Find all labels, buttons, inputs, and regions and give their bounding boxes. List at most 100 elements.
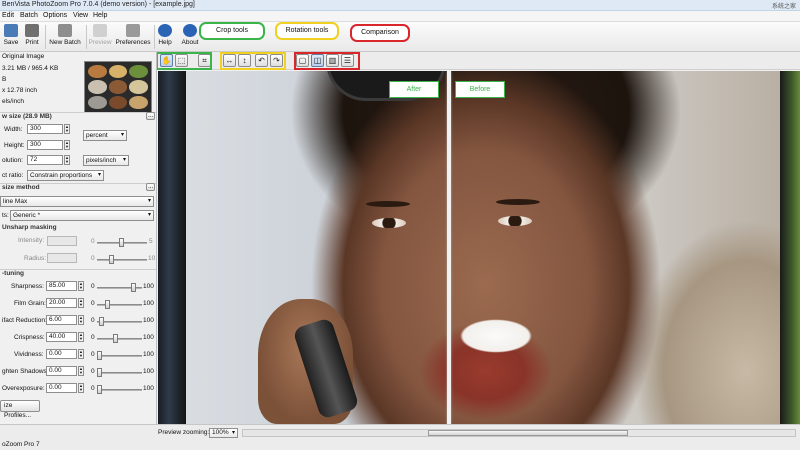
horizontal-scrollbar[interactable]	[242, 429, 796, 437]
brand-watermark: 系统之家	[771, 4, 796, 10]
slider-thumb[interactable]	[97, 385, 102, 394]
rotation-tools-highlight	[220, 52, 286, 70]
intensity-min: 0	[91, 238, 95, 245]
slider-thumb[interactable]	[97, 351, 102, 360]
lighten-shadows-slider[interactable]	[97, 368, 142, 377]
film-grain-slider[interactable]	[97, 300, 142, 309]
slider-thumb[interactable]	[97, 368, 102, 377]
about-button[interactable]: About	[180, 24, 200, 50]
save-button[interactable]: Save	[2, 24, 20, 50]
sharpness-min: 0	[91, 283, 95, 290]
zoom-select[interactable]: 100% ▾	[209, 428, 238, 438]
disk-icon	[4, 24, 18, 37]
overexposure-spinner[interactable]: ▲ ▼	[78, 383, 84, 393]
lighten-shadows-input[interactable]: 0.00	[46, 366, 77, 376]
aspect-ratio-label: ct ratio:	[2, 172, 24, 179]
slider-thumb[interactable]	[105, 300, 110, 309]
artifact-reduction-spinner[interactable]: ▲ ▼	[78, 315, 84, 325]
preferences-button[interactable]: Preferences	[114, 24, 152, 50]
sharpness-spinner[interactable]: ▲ ▼	[78, 281, 84, 291]
height-spinner[interactable]: ▲ ▼	[64, 140, 70, 150]
crop-tools-callout: Crop tools	[199, 22, 265, 40]
radius-min: 0	[91, 255, 95, 262]
crispness-input[interactable]: 40.00	[46, 332, 77, 342]
original-file-size: 3.21 MB / 965.4 KB	[2, 65, 59, 72]
resolution-spinner[interactable]: ▲ ▼	[64, 155, 70, 165]
resolution-input[interactable]: 72	[27, 155, 63, 165]
scrollbar-thumb[interactable]	[428, 430, 628, 436]
status-app-name: oZoom Pro 7	[2, 441, 40, 448]
film-grain-min: 0	[91, 300, 95, 307]
overexposure-min: 0	[91, 385, 95, 392]
height-label: Height:	[4, 142, 25, 149]
film-grain-spinner[interactable]: ▲ ▼	[78, 298, 84, 308]
slider-thumb[interactable]	[99, 317, 104, 326]
overexposure-slider[interactable]	[97, 385, 142, 394]
lighten-shadows-max: 100	[143, 368, 154, 375]
original-image-label: Original Image	[2, 53, 45, 60]
help-button[interactable]: Help	[157, 24, 173, 50]
preview-photo[interactable]	[186, 71, 780, 424]
menu-edit[interactable]: Edit	[2, 12, 14, 19]
preview-button[interactable]: Preview	[88, 24, 112, 50]
menu-help[interactable]: Help	[93, 12, 107, 19]
crispness-spinner[interactable]: ▲ ▼	[78, 332, 84, 342]
tools-icon	[126, 24, 140, 37]
crispness-slider[interactable]	[97, 334, 142, 343]
slider-thumb[interactable]	[119, 238, 124, 247]
resolution-unit-select[interactable]: pixels/inch ▾	[83, 155, 129, 166]
image-preview[interactable]: After Before	[158, 71, 800, 424]
resize-profiles-button[interactable]: ize Profiles...	[0, 400, 40, 419]
settings-panel: Original Image 3.21 MB / 965.4 KB B x 12…	[0, 52, 157, 424]
vividness-input[interactable]: 0.00	[46, 349, 77, 359]
before-label: Before	[455, 81, 505, 98]
lighten-shadows-label: ghten Shadows:	[2, 368, 49, 375]
slider-thumb[interactable]	[113, 334, 118, 343]
image-thumbnail	[84, 61, 152, 113]
width-spinner[interactable]: ▲ ▼	[64, 124, 70, 134]
vividness-min: 0	[91, 351, 95, 358]
artifact-reduction-label: ifact Reduction:	[2, 317, 47, 324]
intensity-input[interactable]	[47, 236, 77, 246]
menu-view[interactable]: View	[73, 12, 88, 19]
crop-tools-highlight	[156, 52, 212, 70]
after-label: After	[389, 81, 439, 98]
comparison-split-line[interactable]	[447, 71, 451, 424]
toolbar-divider	[86, 25, 87, 49]
menu-options[interactable]: Options	[43, 12, 67, 19]
sharpness-slider[interactable]	[97, 283, 142, 292]
artifact-reduction-input[interactable]: 6.00	[46, 315, 77, 325]
presets-label: ts:	[2, 212, 9, 219]
width-input[interactable]: 300	[27, 124, 63, 134]
slider-thumb[interactable]	[131, 283, 136, 292]
overexposure-input[interactable]: 0.00	[46, 383, 77, 393]
unsharp-masking-label: Unsharp masking	[2, 224, 57, 231]
toolbar-divider	[45, 25, 46, 49]
artifact-reduction-slider[interactable]	[97, 317, 142, 326]
film-grain-label: Film Grain:	[14, 300, 46, 307]
vividness-spinner[interactable]: ▲ ▼	[78, 349, 84, 359]
radius-max: 10	[148, 255, 156, 262]
intensity-slider[interactable]	[97, 238, 147, 247]
size-unit-select[interactable]: percent ▾	[83, 130, 127, 141]
comparison-highlight	[294, 52, 360, 70]
lighten-shadows-spinner[interactable]: ▲ ▼	[78, 366, 84, 376]
new-size-more-button[interactable]: ...	[146, 112, 155, 120]
radius-slider[interactable]	[97, 255, 147, 264]
height-input[interactable]: 300	[27, 140, 63, 150]
aspect-ratio-select[interactable]: Constrain proportions ▾	[27, 170, 104, 181]
presets-select[interactable]: Generic * ▾	[10, 210, 154, 221]
status-bar: Preview zooming: 100% ▾ oZoom Pro 7	[0, 424, 800, 450]
print-button[interactable]: Print	[22, 24, 42, 50]
info-icon	[183, 24, 197, 37]
new-batch-button[interactable]: New Batch	[47, 24, 83, 50]
film-grain-input[interactable]: 20.00	[46, 298, 77, 308]
resize-method-more-button[interactable]: ...	[146, 183, 155, 191]
slider-thumb[interactable]	[109, 255, 114, 264]
method-select[interactable]: line Max ▾	[0, 196, 154, 207]
radius-input[interactable]	[47, 253, 77, 263]
menu-batch[interactable]: Batch	[20, 12, 38, 19]
vividness-slider[interactable]	[97, 351, 142, 360]
sharpness-input[interactable]: 85.00	[46, 281, 77, 291]
vividness-label: Vividness:	[14, 351, 44, 358]
